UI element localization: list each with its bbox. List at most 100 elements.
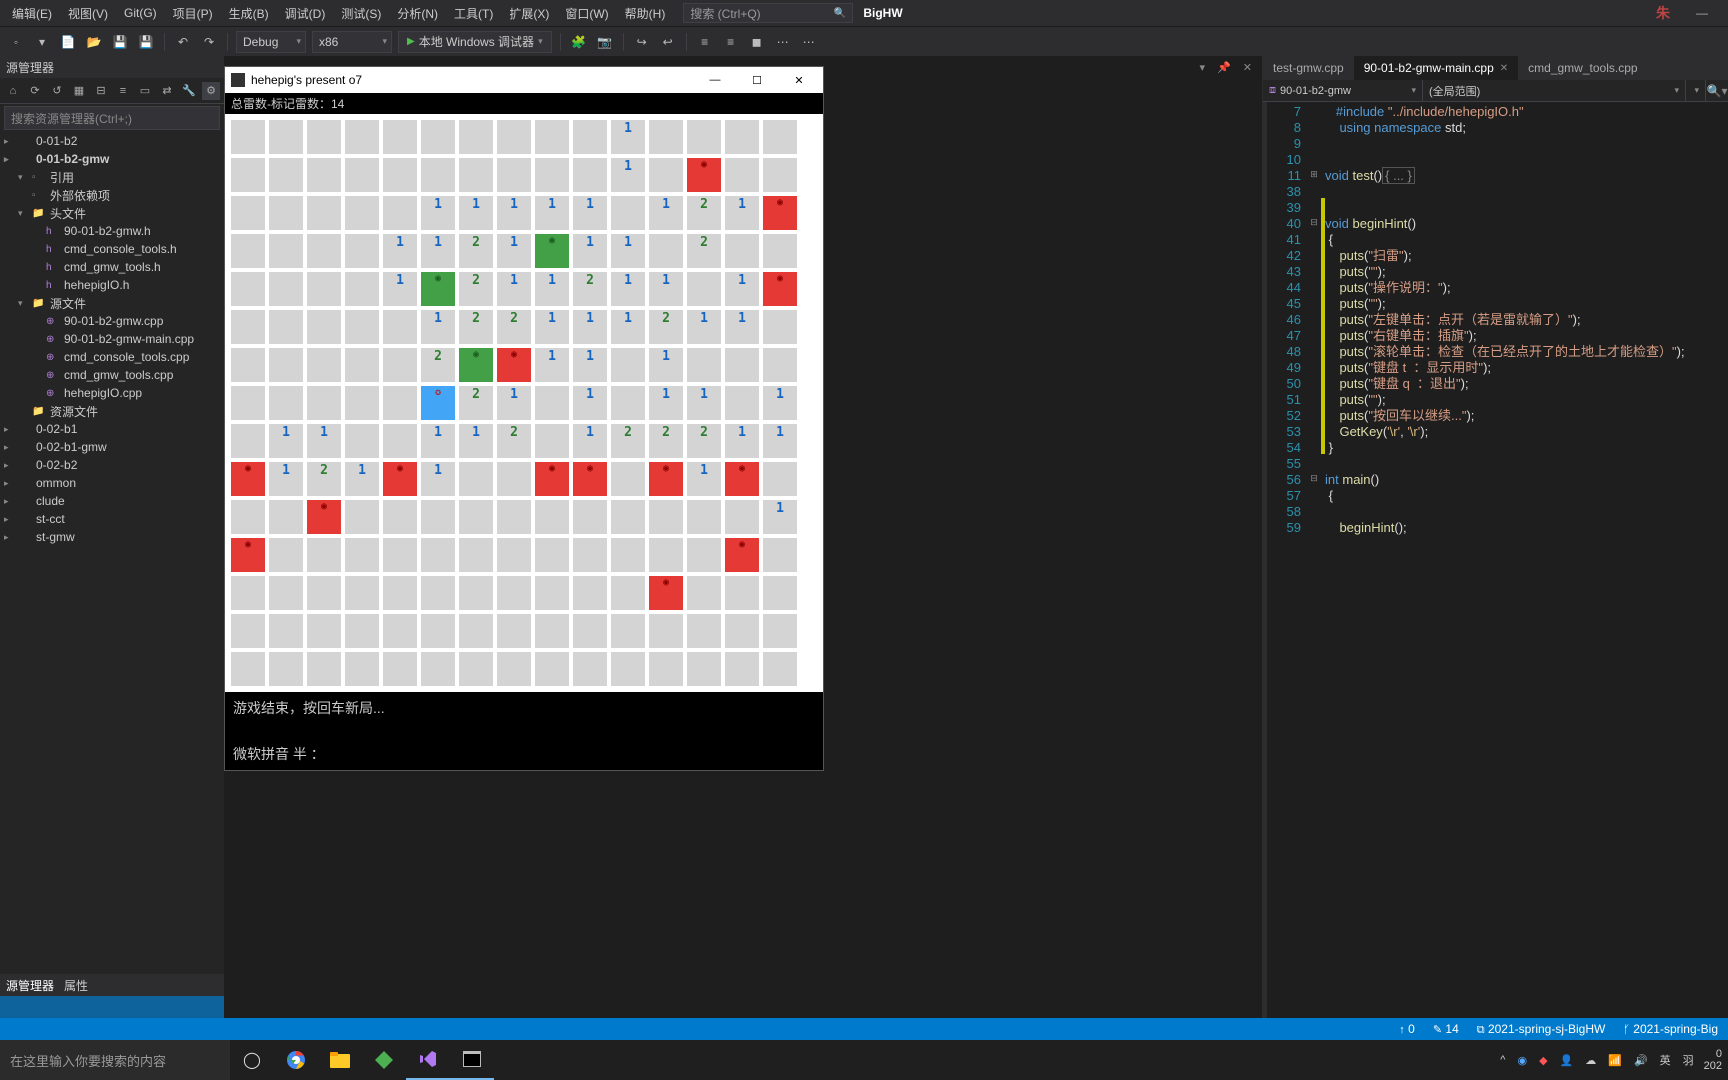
board-cell[interactable]: 1: [649, 348, 683, 382]
board-cell[interactable]: [307, 196, 341, 230]
board-cell[interactable]: [459, 500, 493, 534]
tab[interactable]: test-gmw.cpp: [1263, 56, 1354, 80]
explorer-search[interactable]: 搜索资源管理器(Ctrl+;): [4, 106, 220, 130]
board-cell[interactable]: 1: [725, 310, 759, 344]
board-cell[interactable]: [535, 652, 569, 686]
tree-item[interactable]: ⊕cmd_console_tools.cpp: [0, 348, 224, 366]
menu-item[interactable]: 测试(S): [335, 3, 387, 24]
board-cell[interactable]: ◉: [459, 348, 493, 382]
board-cell[interactable]: 1: [383, 272, 417, 306]
toolbar-icon[interactable]: 🧩: [569, 32, 589, 52]
board-cell[interactable]: [725, 348, 759, 382]
board-cell[interactable]: [421, 576, 455, 610]
board-cell[interactable]: 1: [649, 386, 683, 420]
board-cell[interactable]: [383, 500, 417, 534]
board-cell[interactable]: ◉: [763, 196, 797, 230]
close-button[interactable]: ✕: [781, 70, 817, 90]
board-cell[interactable]: [421, 614, 455, 648]
close-icon[interactable]: ✕: [1500, 63, 1508, 74]
scope-member[interactable]: [1686, 80, 1706, 101]
board-cell[interactable]: [459, 652, 493, 686]
fold-gutter[interactable]: ⊞⊟⊟: [1307, 102, 1321, 1020]
board-cell[interactable]: [345, 576, 379, 610]
board-cell[interactable]: 2: [611, 424, 645, 458]
board-cell[interactable]: [231, 348, 265, 382]
board-cell[interactable]: ◉: [383, 462, 417, 496]
lang-indicator[interactable]: 英: [1658, 1052, 1673, 1068]
board-cell[interactable]: 1: [459, 196, 493, 230]
board-cell[interactable]: [687, 348, 721, 382]
board-cell[interactable]: [269, 386, 303, 420]
menu-item[interactable]: 工具(T): [448, 3, 499, 24]
board-cell[interactable]: [231, 652, 265, 686]
board-cell[interactable]: [421, 538, 455, 572]
board-cell[interactable]: 2: [687, 196, 721, 230]
board-cell[interactable]: [573, 120, 607, 154]
board-cell[interactable]: [421, 500, 455, 534]
board-cell[interactable]: 1: [535, 348, 569, 382]
board-cell[interactable]: [307, 538, 341, 572]
tree-item[interactable]: ⊕90-01-b2-gmw-main.cpp: [0, 330, 224, 348]
board-cell[interactable]: [231, 576, 265, 610]
board-cell[interactable]: ◉: [231, 462, 265, 496]
board-cell[interactable]: 2: [459, 386, 493, 420]
open-icon[interactable]: 📂: [84, 32, 104, 52]
board-cell[interactable]: [649, 500, 683, 534]
pin-icon[interactable]: 📌: [1213, 61, 1235, 74]
console-titlebar[interactable]: hehepig's present o7 — ☐ ✕: [225, 67, 823, 93]
menu-item[interactable]: 调试(D): [279, 3, 332, 24]
board-cell[interactable]: ◉: [687, 158, 721, 192]
chrome-icon[interactable]: [274, 1040, 318, 1080]
board-cell[interactable]: [725, 386, 759, 420]
board-cell[interactable]: ✪: [421, 386, 455, 420]
tray-icon[interactable]: ☁: [1583, 1054, 1598, 1067]
board-cell[interactable]: [269, 500, 303, 534]
toolbar-icon[interactable]: ≡: [695, 32, 715, 52]
board-cell[interactable]: 1: [535, 272, 569, 306]
save-icon[interactable]: 💾: [110, 32, 130, 52]
home-icon[interactable]: ⌂: [4, 82, 22, 100]
board-cell[interactable]: [725, 500, 759, 534]
board-cell[interactable]: [345, 614, 379, 648]
board-cell[interactable]: [687, 614, 721, 648]
board-cell[interactable]: [345, 120, 379, 154]
board-cell[interactable]: [763, 652, 797, 686]
back-icon[interactable]: ◦: [6, 32, 26, 52]
board-cell[interactable]: 1: [535, 196, 569, 230]
toolbar-icon[interactable]: ↩: [658, 32, 678, 52]
minesweeper-board[interactable]: 11◉11111121◉1121◉1121◉2112111◉1221112112…: [231, 120, 817, 686]
board-cell[interactable]: [497, 158, 531, 192]
board-cell[interactable]: ◉: [763, 272, 797, 306]
menu-item[interactable]: 项目(P): [167, 3, 219, 24]
toolbar-icon[interactable]: ⋯: [799, 32, 819, 52]
board-cell[interactable]: [611, 386, 645, 420]
board-cell[interactable]: [231, 120, 265, 154]
board-cell[interactable]: 2: [687, 234, 721, 268]
board-cell[interactable]: [611, 538, 645, 572]
board-cell[interactable]: 1: [269, 462, 303, 496]
board-cell[interactable]: [269, 120, 303, 154]
tree-item[interactable]: ▸0-01-b2: [0, 132, 224, 150]
board-cell[interactable]: [459, 576, 493, 610]
tree-item[interactable]: 📁资源文件: [0, 402, 224, 420]
toolbar-icon[interactable]: ≡: [721, 32, 741, 52]
board-cell[interactable]: 1: [573, 386, 607, 420]
board-cell[interactable]: [307, 576, 341, 610]
board-cell[interactable]: 2: [459, 310, 493, 344]
wifi-icon[interactable]: 📶: [1606, 1054, 1624, 1067]
board-cell[interactable]: [573, 576, 607, 610]
board-cell[interactable]: [383, 386, 417, 420]
tree-item[interactable]: ▫外部依赖项: [0, 186, 224, 204]
board-cell[interactable]: 1: [573, 310, 607, 344]
board-cell[interactable]: 1: [763, 424, 797, 458]
board-cell[interactable]: [573, 652, 607, 686]
redo-icon[interactable]: ↷: [199, 32, 219, 52]
board-cell[interactable]: [535, 538, 569, 572]
board-cell[interactable]: [383, 310, 417, 344]
board-cell[interactable]: [725, 652, 759, 686]
board-cell[interactable]: [307, 272, 341, 306]
board-cell[interactable]: ◉: [421, 272, 455, 306]
board-cell[interactable]: [649, 652, 683, 686]
board-cell[interactable]: [231, 424, 265, 458]
board-cell[interactable]: 1: [421, 196, 455, 230]
